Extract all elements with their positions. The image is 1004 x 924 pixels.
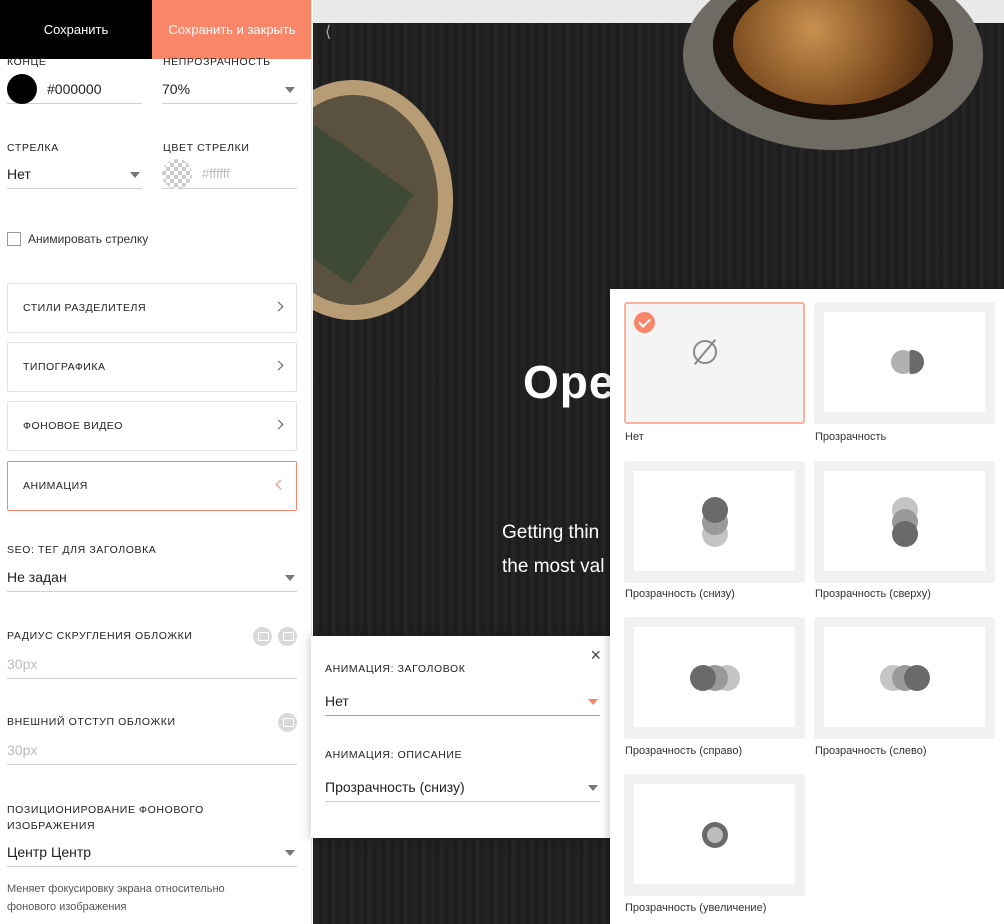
desc-animation-value: Прозрачность (снизу)	[325, 778, 465, 795]
none-icon	[693, 340, 717, 364]
option-preview	[824, 627, 985, 727]
margin-input[interactable]: 30px	[7, 735, 297, 765]
radius-label: Радиус скругления обложки	[7, 630, 193, 642]
chevron-down-icon	[285, 850, 295, 856]
arrow-label: Стрелка	[7, 142, 59, 154]
chevron-right-icon	[273, 419, 284, 430]
section-typography[interactable]: Типографика	[7, 342, 297, 392]
title-animation-label: Анимация: заголовок	[325, 663, 466, 675]
circle-icon	[702, 497, 728, 523]
animate-arrow-checkbox[interactable]	[7, 232, 21, 246]
option-preview	[634, 471, 795, 571]
opacity-value: 70%	[162, 80, 191, 97]
arrow-color-placeholder: #ffffff	[202, 166, 230, 181]
option-preview	[634, 627, 795, 727]
save-and-close-button[interactable]: Сохранить и закрыть	[152, 0, 311, 59]
section-label: Анимация	[23, 480, 88, 492]
hero-text-line: the most val	[502, 556, 605, 577]
option-label: Прозрачность (снизу)	[625, 588, 735, 600]
position-note: Меняет фокусировку экрана относительно ф…	[7, 883, 225, 913]
option-fade-left[interactable]	[814, 617, 995, 739]
margin-placeholder: 30px	[7, 741, 38, 758]
arrow-select[interactable]: Нет	[7, 159, 142, 189]
title-animation-select[interactable]: Нет	[325, 686, 600, 716]
option-fade[interactable]	[814, 302, 995, 424]
opacity-label: Непрозрачность	[163, 56, 271, 68]
circle-icon	[904, 665, 930, 691]
option-label: Прозрачность (справо)	[625, 745, 743, 757]
option-fade-zoom[interactable]	[624, 774, 805, 896]
section-divider-styles[interactable]: Стили разделителя	[7, 283, 297, 333]
section-label: Фоновое видео	[23, 420, 123, 432]
chevron-left-icon[interactable]: ⟨	[325, 22, 335, 41]
chevron-down-icon	[285, 575, 295, 581]
option-label: Прозрачность	[815, 431, 887, 443]
animation-options-grid: Нет Прозрачность Прозрачность (снизу) Пр…	[610, 289, 1004, 924]
section-animation[interactable]: Анимация	[7, 461, 297, 511]
radius-input[interactable]: 30px	[7, 649, 297, 679]
section-label: Типографика	[23, 361, 106, 373]
end-color-value: #000000	[47, 80, 102, 97]
hero-text-line: Getting thin	[502, 522, 600, 543]
chevron-right-icon	[273, 301, 284, 312]
desktop-icon[interactable]	[278, 627, 297, 646]
position-select[interactable]: Центр Центр	[7, 837, 297, 867]
arrow-color-field[interactable]: #ffffff	[162, 158, 297, 189]
arrow-color-label: Цвет стрелки	[163, 142, 250, 154]
chevron-down-icon	[588, 699, 598, 705]
section-background-video[interactable]: Фоновое видео	[7, 401, 297, 451]
option-label: Прозрачность (сверху)	[815, 588, 931, 600]
save-button[interactable]: Сохранить	[0, 0, 152, 59]
option-preview	[634, 784, 795, 884]
option-fade-top[interactable]	[814, 461, 995, 583]
seo-select[interactable]: Не задан	[7, 562, 297, 592]
option-label: Нет	[625, 431, 644, 443]
check-icon	[634, 312, 655, 333]
end-color-label: Конце	[7, 56, 47, 68]
animation-popover: × Анимация: заголовок Нет Анимация: опис…	[311, 636, 611, 838]
position-label: Позиционирование фонового изображения	[7, 804, 204, 832]
desktop-icon[interactable]	[278, 713, 297, 732]
end-color-field[interactable]: #000000	[7, 73, 142, 104]
radius-placeholder: 30px	[7, 655, 38, 672]
title-animation-value: Нет	[325, 692, 349, 709]
option-fade-right[interactable]	[624, 617, 805, 739]
chevron-right-icon	[273, 360, 284, 371]
option-fade-bottom[interactable]	[624, 461, 805, 583]
position-value: Центр Центр	[7, 843, 92, 860]
chevron-down-icon	[588, 785, 598, 791]
option-preview	[824, 312, 985, 412]
animate-arrow-checkbox-row[interactable]: Анимировать стрелку	[7, 232, 148, 246]
arrow-value: Нет	[7, 165, 31, 182]
transparent-swatch[interactable]	[162, 158, 192, 189]
color-swatch[interactable]	[7, 73, 37, 104]
seo-label: SEO: тег для заголовка	[7, 544, 157, 556]
opacity-select[interactable]: 70%	[162, 74, 297, 104]
fullscreen-icon[interactable]	[253, 627, 272, 646]
section-label: Стили разделителя	[23, 302, 147, 314]
seo-value: Не задан	[7, 568, 67, 585]
circle-icon	[690, 665, 716, 691]
circle-icon	[892, 521, 918, 547]
option-label: Прозрачность (увеличение)	[625, 902, 767, 914]
animate-arrow-label: Анимировать стрелку	[28, 232, 149, 246]
option-label: Прозрачность (слево)	[815, 745, 927, 757]
close-icon[interactable]: ×	[590, 646, 601, 664]
chevron-down-icon	[130, 172, 140, 178]
settings-panel: Сохранить Сохранить и закрыть Конце #000…	[0, 0, 312, 924]
option-preview	[824, 471, 985, 571]
hero-text: Getting thin the most val	[502, 516, 604, 584]
zoom-icon-inner	[707, 827, 723, 843]
chevron-down-icon	[285, 87, 295, 93]
desc-animation-select[interactable]: Прозрачность (снизу)	[325, 772, 600, 802]
margin-label: Внешний отступ обложки	[7, 716, 176, 728]
chevron-left-icon	[275, 479, 286, 490]
hero-title: Ope	[523, 356, 616, 408]
option-none[interactable]	[624, 302, 805, 424]
desc-animation-label: Анимация: описание	[325, 749, 463, 761]
